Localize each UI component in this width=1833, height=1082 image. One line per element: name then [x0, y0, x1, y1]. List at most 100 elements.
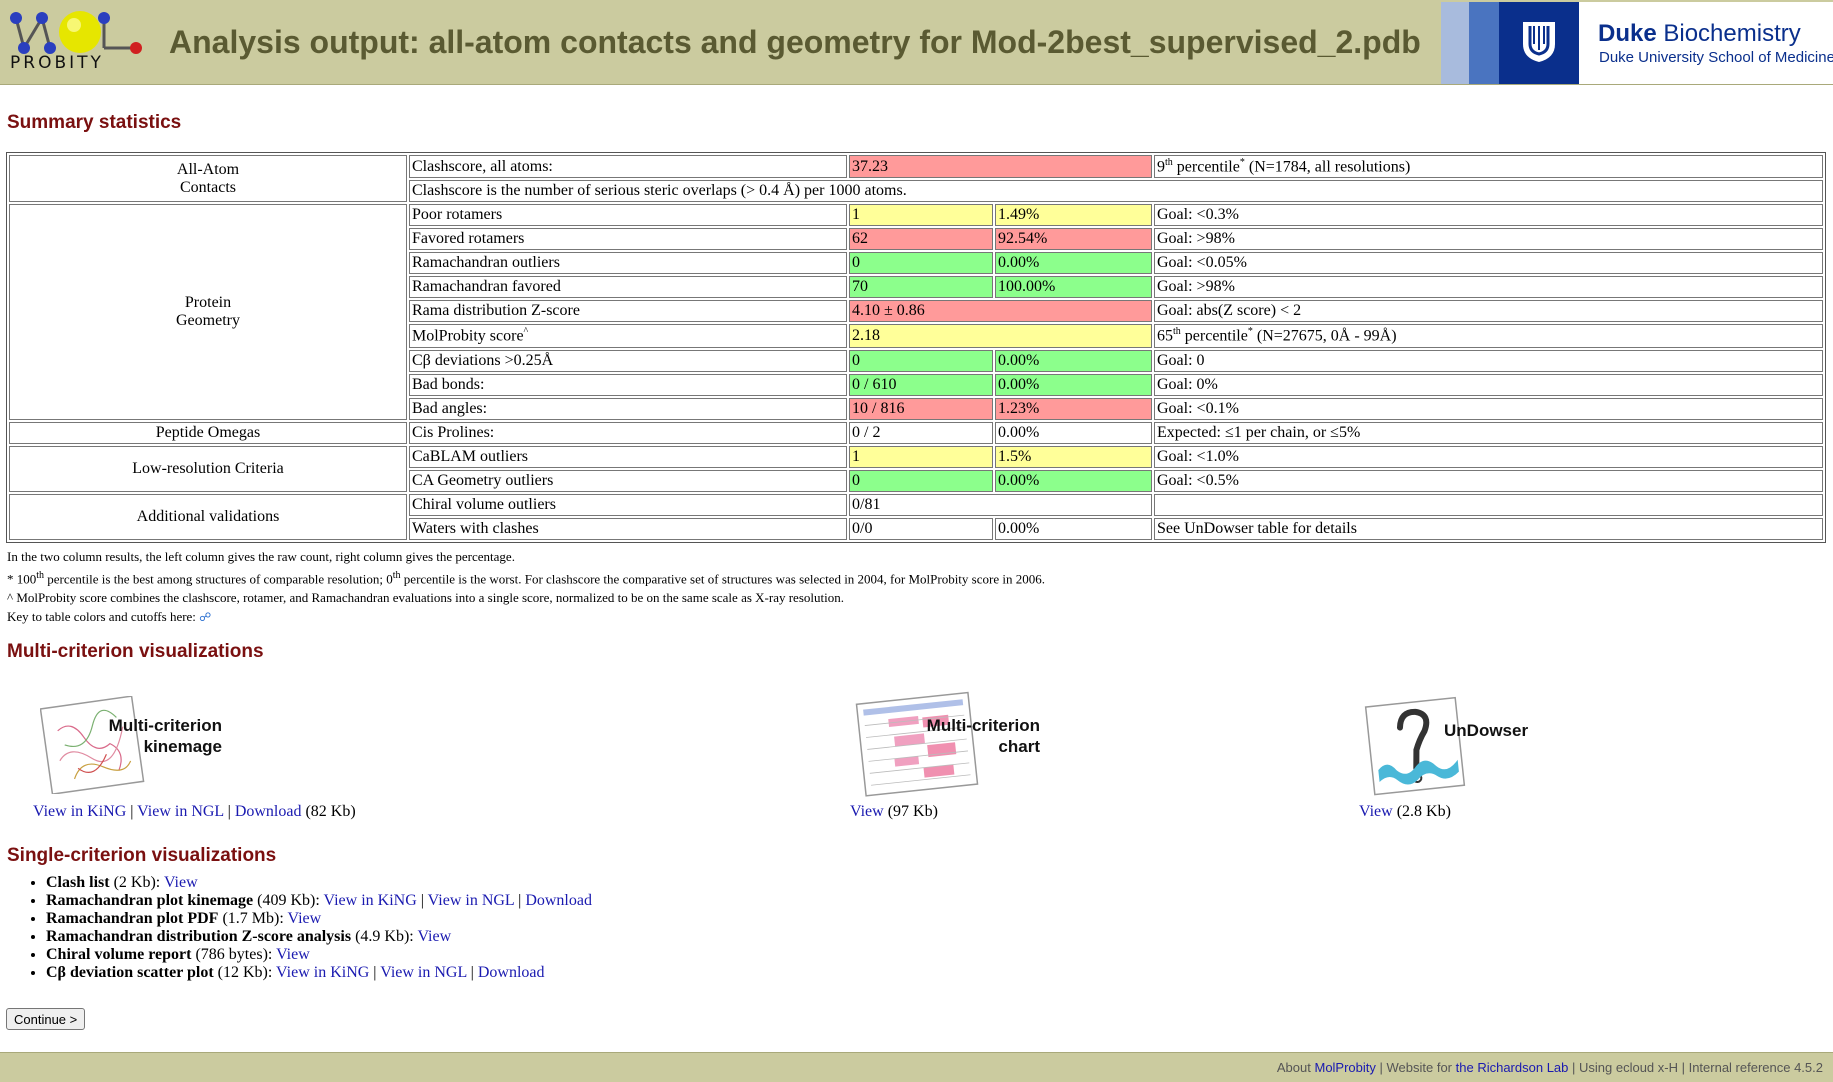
cablam-goal: Goal: <1.0% — [1154, 445, 1823, 468]
bad-bonds-percent: 0.00% — [995, 373, 1152, 396]
multi-heading: Multi-criterion visualizations — [7, 641, 264, 662]
undowser-thumbnail[interactable] — [1364, 696, 1468, 796]
rama-favored-goal: Goal: >98% — [1154, 276, 1823, 299]
duke-shield-icon — [1523, 22, 1555, 62]
table-row: Peptide Omegas Cis Prolines: 0 / 2 0.00%… — [9, 421, 1823, 444]
poor-rotamers-goal: Goal: <0.3% — [1154, 204, 1823, 227]
ca-geometry-label: CA Geometry outliers — [409, 469, 847, 492]
summary-heading: Summary statistics — [7, 112, 182, 133]
clash-list-view-link[interactable]: View — [164, 874, 198, 891]
bad-angles-label: Bad angles: — [409, 397, 847, 420]
poor-rotamers-label: Poor rotamers — [409, 204, 847, 227]
chiral-outliers-goal — [1154, 493, 1823, 516]
molprobity-score-value: 2.18 — [849, 324, 1152, 348]
page-footer: About MolProbity | Website for the Richa… — [0, 1052, 1833, 1082]
cb-plot-view-king-link[interactable]: View in KiNG — [276, 964, 369, 981]
bad-bonds-goal: Goal: 0% — [1154, 373, 1823, 396]
cb-plot-download-link[interactable]: Download — [478, 964, 545, 981]
cb-deviations-label: Cβ deviations >0.25Å — [409, 349, 847, 372]
continue-button[interactable]: Continue > — [6, 1008, 86, 1030]
bad-angles-goal: Goal: <0.1% — [1154, 397, 1823, 420]
cb-plot-view-ngl-link[interactable]: View in NGL — [380, 964, 466, 981]
list-item: Ramachandran distribution Z-score analys… — [46, 928, 592, 946]
category-low-resolution: Low-resolution Criteria — [9, 445, 407, 492]
logo-wordmark: PROBITY — [10, 53, 104, 73]
help-icon[interactable]: ☍ — [199, 610, 211, 624]
list-item: Cβ deviation scatter plot (12 Kb): View … — [46, 964, 592, 982]
kinemage-label: Multi-criterion kinemage — [108, 716, 222, 756]
cablam-label: CaBLAM outliers — [409, 445, 847, 468]
clashscore-note: Clashscore is the number of serious ster… — [409, 180, 1823, 203]
bad-angles-percent: 1.23% — [995, 397, 1152, 420]
molprobity-link[interactable]: MolProbity — [1314, 1060, 1375, 1075]
cablam-percent: 1.5% — [995, 445, 1152, 468]
cis-prolines-label: Cis Prolines: — [409, 421, 847, 444]
rama-kin-download-link[interactable]: Download — [525, 892, 592, 909]
molprobity-score-percentile: 65th percentile* (N=27675, 0Å - 99Å) — [1154, 324, 1823, 348]
note-color-key: Key to table colors and cutoffs here: ☍ — [7, 609, 212, 625]
rama-kin-view-ngl-link[interactable]: View in NGL — [428, 892, 514, 909]
category-protein-geometry: Protein Geometry — [9, 204, 407, 420]
rama-kin-view-king-link[interactable]: View in KiNG — [324, 892, 417, 909]
note-molprobity-score: ^ MolProbity score combines the clashsco… — [7, 590, 844, 606]
list-item: Chiral volume report (786 bytes): View — [46, 946, 592, 964]
bad-bonds-count: 0 / 610 — [849, 373, 993, 396]
favored-rotamers-goal: Goal: >98% — [1154, 228, 1823, 251]
clashscore-percentile: 9th percentile* (N=1784, all resolutions… — [1154, 155, 1823, 179]
rama-zscore-value: 4.10 ± 0.86 — [849, 300, 1152, 323]
chart-links: View (97 Kb) — [850, 803, 938, 820]
undowser-view-link[interactable]: View — [1359, 803, 1393, 820]
rama-zscore-label: Rama distribution Z-score — [409, 300, 847, 323]
ca-geometry-percent: 0.00% — [995, 469, 1152, 492]
duke-subtitle: Duke University School of Medicine — [1599, 49, 1833, 66]
cablam-count: 1 — [849, 445, 993, 468]
chart-view-link[interactable]: View — [850, 803, 884, 820]
waters-clashes-percent: 0.00% — [995, 517, 1152, 540]
table-row: All-Atom Contacts Clashscore, all atoms: … — [9, 155, 1823, 203]
favored-rotamers-percent: 92.54% — [995, 228, 1152, 251]
kinemage-download-link[interactable]: Download — [235, 803, 302, 820]
clashscore-value: 37.23 — [849, 155, 1152, 179]
rama-favored-count: 70 — [849, 276, 993, 299]
summary-notes: In the two column results, the left colu… — [7, 547, 1045, 627]
cb-deviations-goal: Goal: 0 — [1154, 349, 1823, 372]
favored-rotamers-count: 62 — [849, 228, 993, 251]
list-item: Clash list (2 Kb): View — [46, 874, 592, 892]
single-heading: Single-criterion visualizations — [7, 845, 277, 866]
cis-prolines-percent: 0.00% — [995, 421, 1152, 444]
poor-rotamers-percent: 1.49% — [995, 204, 1152, 227]
rama-zscore-view-link[interactable]: View — [417, 928, 451, 945]
bad-bonds-label: Bad bonds: — [409, 373, 847, 396]
rama-outliers-count: 0 — [849, 252, 993, 275]
chiral-outliers-label: Chiral volume outliers — [409, 493, 847, 516]
chart-label: Multi-criterion chart — [926, 716, 1040, 756]
summary-table: All-Atom Contacts Clashscore, all atoms: … — [6, 152, 1826, 543]
cb-deviations-count: 0 — [849, 349, 993, 372]
favored-rotamers-label: Favored rotamers — [409, 228, 847, 251]
rama-pdf-view-link[interactable]: View — [288, 910, 322, 927]
note-percentile: * 100th percentile is the best among str… — [7, 570, 1045, 587]
single-criterion-list: Clash list (2 Kb): View Ramachandran plo… — [21, 874, 592, 982]
richardson-lab-link[interactable]: the Richardson Lab — [1456, 1060, 1569, 1075]
waters-clashes-label: Waters with clashes — [409, 517, 847, 540]
cb-deviations-percent: 0.00% — [995, 349, 1152, 372]
kinemage-view-king-link[interactable]: View in KiNG — [33, 803, 126, 820]
list-item: Ramachandran plot kinemage (409 Kb): Vie… — [46, 892, 592, 910]
waters-clashes-count: 0/0 — [849, 517, 993, 540]
category-all-atom-contacts: All-Atom Contacts — [9, 155, 407, 203]
kinemage-view-ngl-link[interactable]: View in NGL — [137, 803, 223, 820]
category-peptide-omegas: Peptide Omegas — [9, 421, 407, 444]
cis-prolines-count: 0 / 2 — [849, 421, 993, 444]
table-row: Protein Geometry Poor rotamers 1 1.49% Go… — [9, 204, 1823, 420]
clashscore-label: Clashscore, all atoms: — [409, 155, 847, 179]
page-header: PROBITY Analysis output: all-atom contac… — [0, 0, 1833, 85]
rama-outliers-label: Ramachandran outliers — [409, 252, 847, 275]
waters-clashes-note: See UnDowser table for details — [1154, 517, 1823, 540]
list-item: Ramachandran plot PDF (1.7 Mb): View — [46, 910, 592, 928]
page-title: Analysis output: all-atom contacts and g… — [169, 24, 1421, 60]
ca-geometry-count: 0 — [849, 469, 993, 492]
bad-angles-count: 10 / 816 — [849, 397, 993, 420]
kinemage-links: View in KiNG | View in NGL | Download (8… — [33, 803, 356, 820]
rama-favored-label: Ramachandran favored — [409, 276, 847, 299]
chiral-report-view-link[interactable]: View — [276, 946, 310, 963]
